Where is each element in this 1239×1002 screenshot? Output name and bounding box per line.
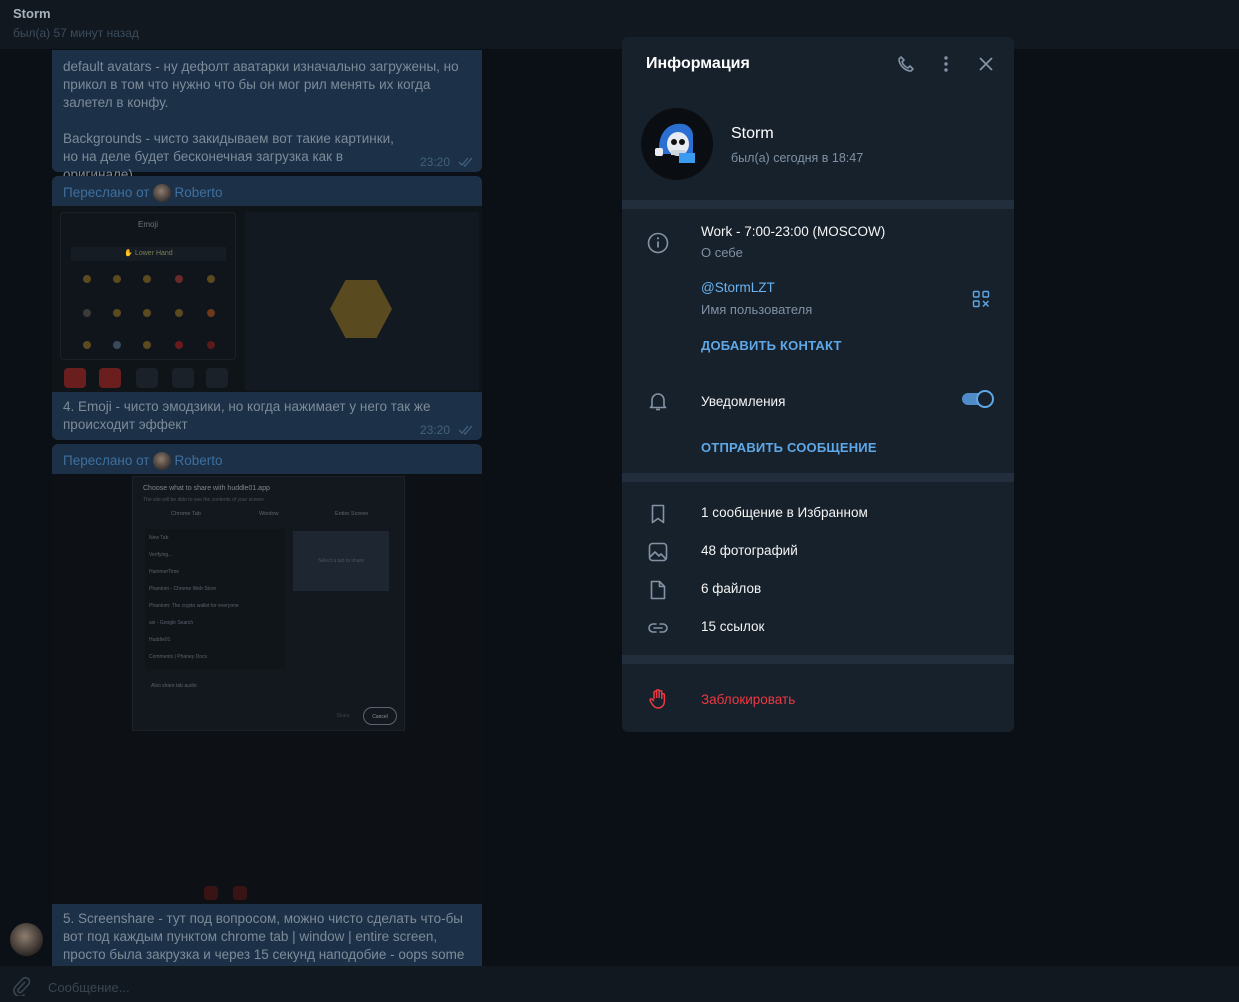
message-bubble[interactable]: 5. Screenshare - тут под вопросом, можно… [52,904,482,966]
qr-code-icon[interactable] [972,290,990,308]
emoji-button-image [136,368,158,388]
forward-sender[interactable]: Roberto [174,184,222,202]
image-text: Entire Screen [335,511,369,517]
file-icon [650,580,666,600]
bio-text: Work - 7:00-23:00 (MOSCOW) [701,224,886,239]
image-text: asi - Google Search [149,620,194,626]
add-contact-button[interactable]: ДОБАВИТЬ КОНТАКТ [701,338,842,353]
forward-prefix: Переслано от [63,185,150,200]
image-text: ✋ Lower Hand [71,247,226,261]
forward-avatar [153,184,172,202]
image-text: New Tab [149,535,169,541]
image-text: Cancel [363,707,397,725]
message-time: 23:20 [419,155,450,169]
message-bubble[interactable]: default avatars - ну дефолт аватарки изн… [52,50,482,182]
profile-name: Storm [731,125,774,142]
share-dialog-image: Choose what to share with huddle01.app T… [132,476,405,731]
image-text: Also share tab audio [151,683,197,689]
message-text: 4. Emoji - чисто эмодзики, но когда нажи… [63,399,431,432]
emoji-panel-image: Emoji ✋ Lower Hand [60,212,236,360]
leave-button-image [206,368,228,388]
forward-header[interactable]: Переслано от Roberto [52,176,482,206]
forward-header[interactable]: Переслано от Roberto [52,444,482,474]
image-text: HammerTime [149,569,180,575]
avatar[interactable] [641,108,713,180]
image-text: Choose what to share with huddle01.app [143,485,270,492]
double-check-icon [458,157,473,167]
image-text: Verifying... [149,552,173,558]
divider [622,473,1014,482]
reaper-avatar-icon [655,123,695,163]
info-icon [647,232,669,254]
attach-icon[interactable] [12,976,30,996]
forward-prefix: Переслано от [63,453,150,468]
chat-title: Storm [13,6,51,21]
photos-link[interactable]: 48 фотографий [701,543,798,558]
notifications-toggle[interactable] [962,390,994,408]
image-text: Window [259,511,279,517]
message-text: 5. Screenshare - тут под вопросом, можно… [63,911,465,962]
image-text: Share [336,713,350,719]
tab-list-image: New Tab Verifying... HammerTime Phantom … [145,529,285,669]
divider [622,200,1014,209]
sender-avatar[interactable] [10,923,43,956]
double-check-icon [458,425,473,435]
bio-label: О себе [701,245,743,260]
username-label: Имя пользователя [701,302,813,317]
forward-sender[interactable]: Roberto [174,452,222,470]
send-message-button[interactable]: ОТПРАВИТЬ СООБЩЕНИЕ [701,440,877,455]
screen-button-image [172,368,194,388]
image-text: Phantom: The crypto wallet for everyone [149,603,239,609]
bell-icon [649,393,667,411]
hand-block-icon [649,689,666,709]
files-link[interactable]: 6 файлов [701,581,761,596]
message-text: default avatars - ну дефолт аватарки изн… [63,59,459,110]
link-icon [648,623,668,633]
chat-header[interactable]: Storm был(а) 57 минут назад [0,0,1239,50]
image-text: Chrome Tab [171,511,201,517]
username-link[interactable]: @StormLZT [701,280,775,295]
control-image [233,886,247,900]
notifications-label: Уведомления [701,394,786,409]
more-vertical-icon[interactable] [936,54,956,74]
forward-avatar [153,452,172,470]
close-icon[interactable] [976,54,996,74]
block-user-button[interactable]: Заблокировать [701,692,795,707]
message-bubble[interactable]: 4. Emoji - чисто эмодзики, но когда нажи… [52,392,482,440]
image-text: The site will be able to see the content… [143,497,264,503]
message-time: 23:20 [419,423,450,437]
chat-status: был(а) 57 минут назад [13,26,139,40]
saved-messages-link[interactable]: 1 сообщение в Избранном [701,505,868,520]
video-tile-image [245,212,479,390]
info-panel: Информация Storm был(а) сегодня в 18:47 … [622,37,1014,732]
image-text: Phantom - Chrome Web Store [149,586,217,592]
control-image [204,886,218,900]
phone-icon[interactable] [896,54,916,74]
image-text: Comments | Phaney Docs [149,654,207,660]
user-avatar-image [330,280,392,338]
attached-image[interactable]: Emoji ✋ Lower Hand [52,206,482,392]
image-text: Select a tab to share [293,531,389,591]
bookmark-icon [651,504,665,524]
message-input[interactable]: Сообщение... [48,980,130,995]
image-text: Huddle01 [149,637,171,643]
divider [622,655,1014,664]
message-text: Backgrounds - чисто закидываем вот такие… [63,131,394,182]
links-link[interactable]: 15 ссылок [701,619,764,634]
image-text: Emoji [137,220,158,229]
photo-icon [648,542,668,562]
mic-off-image [99,368,121,388]
attached-image[interactable]: Choose what to share with huddle01.app T… [52,474,482,904]
panel-title: Информация [646,55,750,72]
camera-off-image [64,368,86,388]
profile-status: был(а) сегодня в 18:47 [731,151,864,165]
composer: Сообщение... [0,966,1239,1002]
